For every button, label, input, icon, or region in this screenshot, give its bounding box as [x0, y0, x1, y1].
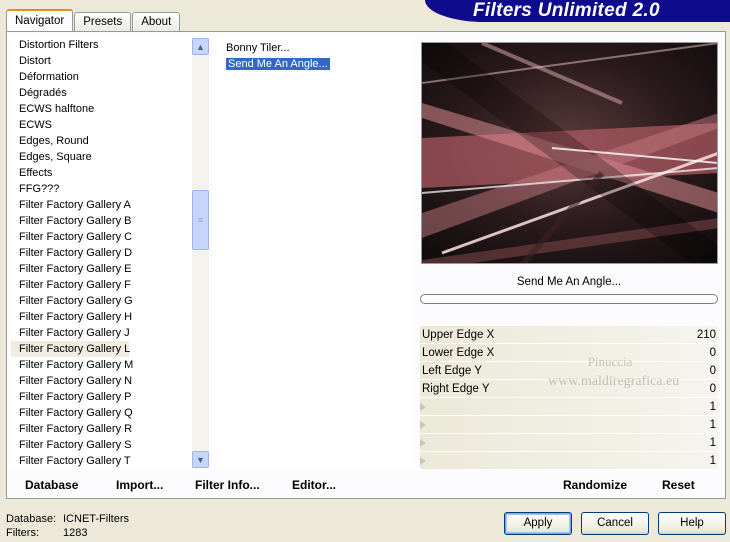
slider-marker-icon [420, 403, 426, 411]
progress-bar [420, 294, 718, 304]
category-item[interactable]: Filter Factory Gallery S [11, 437, 191, 453]
param-value: 0 [709, 347, 716, 359]
param-slider-row[interactable]: 1 [420, 416, 718, 434]
filter-item-label: Bonny Tiler... [226, 42, 290, 54]
category-item[interactable]: Filter Factory Gallery B [11, 213, 191, 229]
category-item[interactable]: Filter Factory Gallery E [11, 261, 191, 277]
category-item[interactable]: Filter Factory Gallery T [11, 453, 191, 469]
cancel-button[interactable]: Cancel [581, 512, 649, 535]
database-button[interactable]: Database [25, 478, 78, 492]
banner-title: Filters Unlimited 2.0 [473, 0, 660, 21]
param-label: Left Edge Y [422, 365, 482, 377]
filter-items: Bonny Tiler... Send Me An Angle... [216, 40, 414, 72]
app-banner: Filters Unlimited 2.0 [425, 0, 730, 22]
param-value: 210 [696, 329, 716, 341]
status-area: Database: ICNET-Filters Filters: 1283 [6, 512, 129, 540]
param-label: Right Edge Y [422, 383, 490, 395]
category-item[interactable]: Déformation [11, 69, 191, 85]
tab-navigator[interactable]: Navigator [6, 9, 74, 31]
slider-marker-icon [420, 457, 426, 465]
filters-label: Filters: [6, 527, 39, 539]
category-item[interactable]: Distortion Filters [11, 37, 191, 53]
left-button-bar: Database Import... Filter Info... Editor… [10, 473, 414, 497]
category-item[interactable]: Edges, Round [11, 133, 191, 149]
watermark: Pinuccia [555, 352, 665, 372]
slider-marker-icon [420, 439, 426, 447]
param-slider-row[interactable]: 1 [420, 434, 718, 452]
slider-marker-icon [420, 421, 426, 429]
watermark-url: www.maldiregrafica.eu [548, 374, 679, 390]
watermark-line1: Pinuccia [587, 354, 633, 369]
filter-item-label: Send Me An Angle... [226, 58, 330, 70]
tab-presets[interactable]: Presets [74, 12, 132, 31]
import-button[interactable]: Import... [116, 478, 163, 492]
category-item[interactable]: Filter Factory Gallery M [11, 357, 191, 373]
category-item[interactable]: Filter Factory Gallery C [11, 229, 191, 245]
param-value: 1 [709, 437, 716, 449]
help-button[interactable]: Help [658, 512, 726, 535]
tab-about[interactable]: About [132, 12, 181, 31]
filter-info-button[interactable]: Filter Info... [195, 478, 260, 492]
param-value: 1 [709, 455, 716, 467]
preview-render [422, 43, 717, 263]
tab-strip: Navigator Presets About [6, 9, 181, 31]
apply-button[interactable]: Apply [504, 512, 572, 535]
database-label: Database: [6, 513, 57, 525]
scroll-thumb[interactable]: ≡ [192, 190, 209, 250]
randomize-button[interactable]: Randomize [563, 478, 627, 492]
filter-item[interactable]: Bonny Tiler... [216, 40, 414, 56]
scroll-up-button[interactable]: ▲ [192, 38, 209, 55]
category-item[interactable]: Filter Factory Gallery R [11, 421, 191, 437]
right-button-bar: Randomize Reset [420, 473, 718, 497]
category-item[interactable]: Filter Factory Gallery F [11, 277, 191, 293]
category-item[interactable]: Filter Factory Gallery J [11, 325, 191, 341]
category-item[interactable]: ECWS [11, 117, 191, 133]
param-slider-row[interactable]: 1 [420, 398, 718, 416]
category-item[interactable]: Distort [11, 53, 191, 69]
category-list[interactable]: Distortion Filters Distort Déformation Dégr… [10, 36, 210, 468]
param-slider-row[interactable]: Upper Edge X 210 [420, 326, 718, 344]
category-item[interactable]: ECWS halftone [11, 101, 191, 117]
category-item[interactable]: Filter Factory Gallery G [11, 293, 191, 309]
preview-filter-name: Send Me An Angle... [516, 276, 622, 288]
param-value: 1 [709, 419, 716, 431]
param-slider-row[interactable]: 1 [420, 452, 718, 470]
category-item[interactable]: Effects [11, 165, 191, 181]
filter-list[interactable]: Bonny Tiler... Send Me An Angle... [216, 36, 414, 468]
filters-value: 1283 [63, 527, 88, 539]
category-item[interactable]: Dégradés [11, 85, 191, 101]
category-item[interactable]: Filter Factory Gallery D [11, 245, 191, 261]
parameter-panel: Upper Edge X 210 Lower Edge X 0 Left Edge Y 0… [420, 326, 718, 470]
category-item[interactable]: Edges, Square [11, 149, 191, 165]
param-value: 0 [709, 365, 716, 377]
watermark-line2: www.maldiregrafica.eu [548, 374, 680, 389]
reset-button[interactable]: Reset [662, 478, 695, 492]
category-item[interactable]: FFG??? [11, 181, 191, 197]
category-scrollbar[interactable]: ▲ ≡ ▼ [192, 38, 209, 468]
category-items: Distortion Filters Distort Déformation Dégr… [11, 37, 191, 469]
database-value: ICNET-Filters [63, 513, 129, 525]
preview-image [421, 42, 718, 264]
param-label: Lower Edge X [422, 347, 495, 359]
editor-button[interactable]: Editor... [292, 478, 336, 492]
param-value: 1 [709, 401, 716, 413]
category-item[interactable]: Filter Factory Gallery Q [11, 405, 191, 421]
filter-item[interactable]: Send Me An Angle... [216, 56, 414, 72]
category-item[interactable]: Filter Factory Gallery A [11, 197, 191, 213]
scroll-down-button[interactable]: ▼ [192, 451, 209, 468]
param-label: Upper Edge X [422, 329, 495, 341]
category-item[interactable]: Filter Factory Gallery L [11, 341, 130, 357]
category-item[interactable]: Filter Factory Gallery H [11, 309, 191, 325]
category-item[interactable]: Filter Factory Gallery P [11, 389, 191, 405]
category-item[interactable]: Filter Factory Gallery N [11, 373, 191, 389]
param-value: 0 [709, 383, 716, 395]
